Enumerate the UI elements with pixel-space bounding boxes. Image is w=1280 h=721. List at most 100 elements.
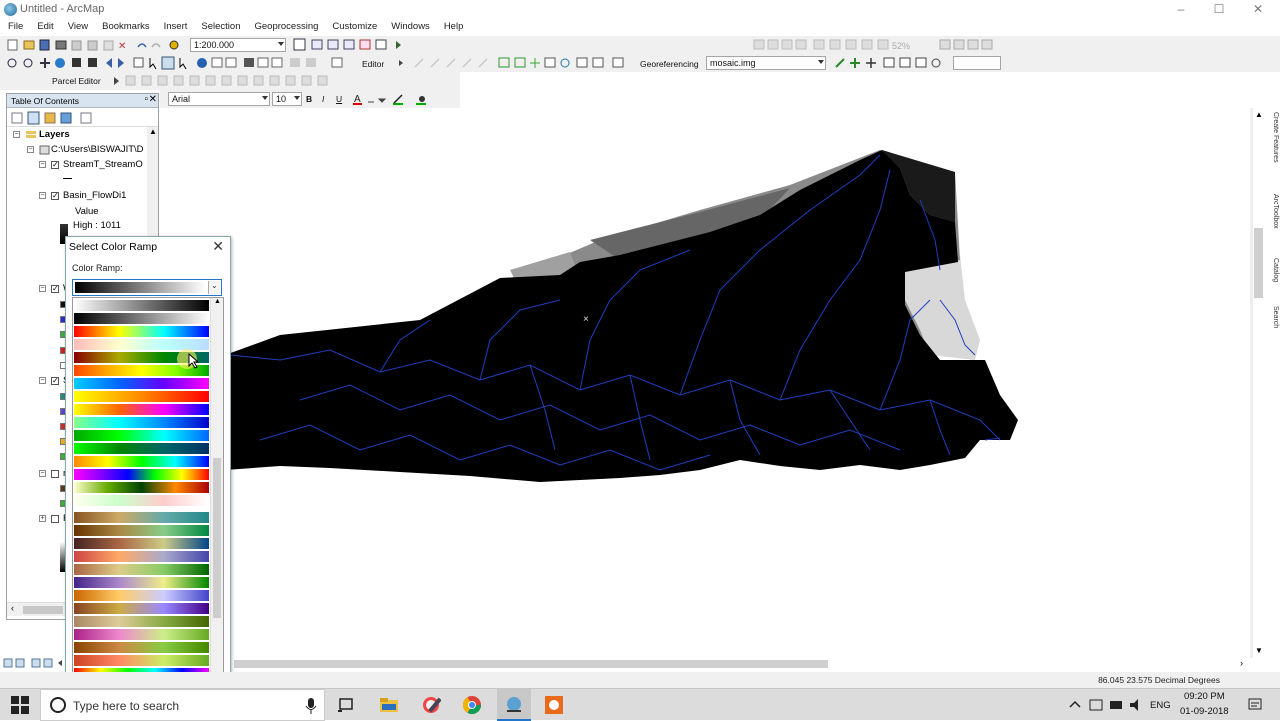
expander-basin[interactable]: −: [39, 192, 46, 199]
ramp-item[interactable]: [74, 495, 209, 506]
font-size-combo[interactable]: 10: [272, 92, 302, 106]
basin-map[interactable]: ×: [160, 108, 1252, 658]
color-ramp-combo[interactable]: ⌄: [72, 279, 222, 296]
menu-view[interactable]: View: [60, 20, 94, 32]
notification-icon[interactable]: [1248, 698, 1262, 712]
ramp-item[interactable]: [74, 300, 209, 311]
parcel-editor-menu[interactable]: Parcel Editor: [52, 76, 101, 86]
map-vscroll-thumb[interactable]: [1254, 228, 1263, 298]
chrome-icon[interactable]: [462, 695, 482, 715]
search-tab[interactable]: Search: [1267, 306, 1279, 346]
parcel-tool-icons[interactable]: [110, 72, 350, 90]
ramp-item[interactable]: [74, 443, 209, 454]
menu-windows[interactable]: Windows: [383, 20, 436, 32]
bold-button[interactable]: B: [306, 94, 312, 104]
catalog-tab[interactable]: Catalog: [1267, 258, 1279, 302]
map-hscroll-thumb[interactable]: [234, 660, 828, 668]
toc-bottom-tabs[interactable]: [2, 657, 72, 669]
file-explorer-icon[interactable]: [379, 697, 399, 713]
maximize-button[interactable]: ☐: [1204, 2, 1234, 18]
menu-selection[interactable]: Selection: [193, 20, 246, 32]
ramp-item[interactable]: [74, 564, 209, 575]
task-view-icon[interactable]: [338, 697, 354, 713]
editor-tool-icons[interactable]: [395, 54, 645, 72]
toc-view-icons[interactable]: [9, 110, 109, 126]
workspace-path[interactable]: C:\Users\BISWAJIT\D: [51, 144, 144, 155]
map-canvas[interactable]: ×: [160, 108, 1252, 658]
ramp-item[interactable]: [74, 378, 209, 389]
expander-ra[interactable]: −: [39, 470, 46, 477]
georef-action-icons[interactable]: [832, 54, 942, 72]
menu-file[interactable]: File: [0, 20, 29, 32]
minimize-button[interactable]: –: [1166, 2, 1196, 18]
layer-basin[interactable]: Basin_FlowDi1: [63, 190, 126, 201]
ramp-item[interactable]: [74, 469, 209, 480]
color-ramp-list[interactable]: ▲ ▼: [72, 297, 224, 695]
ramp-item[interactable]: [74, 642, 209, 653]
microphone-icon[interactable]: [305, 698, 317, 714]
ramp-item[interactable]: [74, 404, 209, 415]
ramp-list-scrollbar[interactable]: ▲ ▼: [210, 298, 223, 694]
underline-button[interactable]: U: [336, 94, 342, 104]
ramp-item[interactable]: [74, 629, 209, 640]
arctoolbox-tab[interactable]: ArcToolbox: [1267, 194, 1279, 254]
checkbox-fl[interactable]: [51, 515, 59, 523]
ramp-item[interactable]: [74, 391, 209, 402]
map-vscrollbar[interactable]: ▲ ▼: [1252, 108, 1264, 658]
scroll-left-icon[interactable]: ‹: [11, 603, 14, 613]
menu-bookmarks[interactable]: Bookmarks: [94, 20, 156, 32]
ramp-item[interactable]: [74, 538, 209, 549]
ramp-scroll-up-icon[interactable]: ▲: [214, 298, 221, 305]
hscroll-thumb[interactable]: [23, 606, 63, 614]
georef-extra-combo[interactable]: [953, 56, 1001, 70]
map-scroll-up-icon[interactable]: ▲: [1255, 110, 1263, 119]
map-navigation-icons[interactable]: [6, 54, 361, 72]
expander-stream[interactable]: −: [39, 161, 46, 168]
scale-combo[interactable]: 1:200.000: [190, 38, 286, 52]
orange-app-icon[interactable]: [544, 695, 564, 715]
close-button[interactable]: ✕: [1243, 2, 1273, 18]
app-icon-tools[interactable]: [421, 695, 441, 715]
ramp-item[interactable]: [74, 603, 209, 614]
ramp-item[interactable]: [74, 590, 209, 601]
menu-customize[interactable]: Customize: [324, 20, 383, 32]
georef-layer-combo[interactable]: mosaic.img: [706, 56, 826, 70]
map-scroll-down-icon[interactable]: ▼: [1255, 646, 1263, 655]
ramp-item[interactable]: [74, 525, 209, 536]
checkbox-st[interactable]: ✓: [51, 377, 59, 385]
ramp-item[interactable]: [74, 512, 209, 523]
clock-time[interactable]: 09:20 PM: [1184, 691, 1225, 702]
ramp-item[interactable]: [74, 417, 209, 428]
create-features-tab[interactable]: Create Features: [1267, 112, 1279, 192]
map-scroll-right-icon[interactable]: ›: [1240, 658, 1243, 668]
expander-st[interactable]: −: [39, 377, 46, 384]
ramp-item[interactable]: [74, 551, 209, 562]
italic-button[interactable]: I: [322, 94, 324, 104]
pin-icon[interactable]: ▫: [144, 94, 148, 105]
menu-edit[interactable]: Edit: [29, 20, 59, 32]
font-name-combo[interactable]: Arial: [168, 92, 270, 106]
ramp-item[interactable]: [74, 482, 209, 493]
expander-fl[interactable]: +: [39, 515, 46, 522]
scroll-up-icon[interactable]: ▲: [149, 127, 157, 136]
ramp-item[interactable]: [74, 430, 209, 441]
expander-layers[interactable]: −: [13, 131, 20, 138]
menu-geoprocessing[interactable]: Geoprocessing: [246, 20, 324, 32]
standard-tool-icons[interactable]: ✕: [6, 36, 196, 54]
checkbox-basin[interactable]: ✓: [51, 192, 59, 200]
taskbar-search-box[interactable]: Type here to search: [40, 689, 325, 721]
ramp-item[interactable]: [74, 456, 209, 467]
ramp-item[interactable]: [74, 616, 209, 627]
ramp-item[interactable]: [74, 313, 209, 324]
clock-date[interactable]: 01-09-2018: [1180, 706, 1229, 717]
checkbox-stream[interactable]: ✓: [51, 161, 59, 169]
layers-label[interactable]: Layers: [39, 129, 70, 140]
ramp-item[interactable]: [74, 655, 209, 666]
layout-tool-icons[interactable]: [292, 36, 412, 54]
layer-stream[interactable]: StreamT_StreamO: [63, 159, 143, 170]
ramp-scroll-thumb[interactable]: [213, 458, 221, 618]
georeferencing-menu[interactable]: Georeferencing: [640, 59, 699, 69]
windows-start-icon[interactable]: [10, 695, 30, 715]
toc-close-icon[interactable]: ✕: [149, 94, 157, 105]
map-hscrollbar[interactable]: ›: [230, 658, 1252, 670]
